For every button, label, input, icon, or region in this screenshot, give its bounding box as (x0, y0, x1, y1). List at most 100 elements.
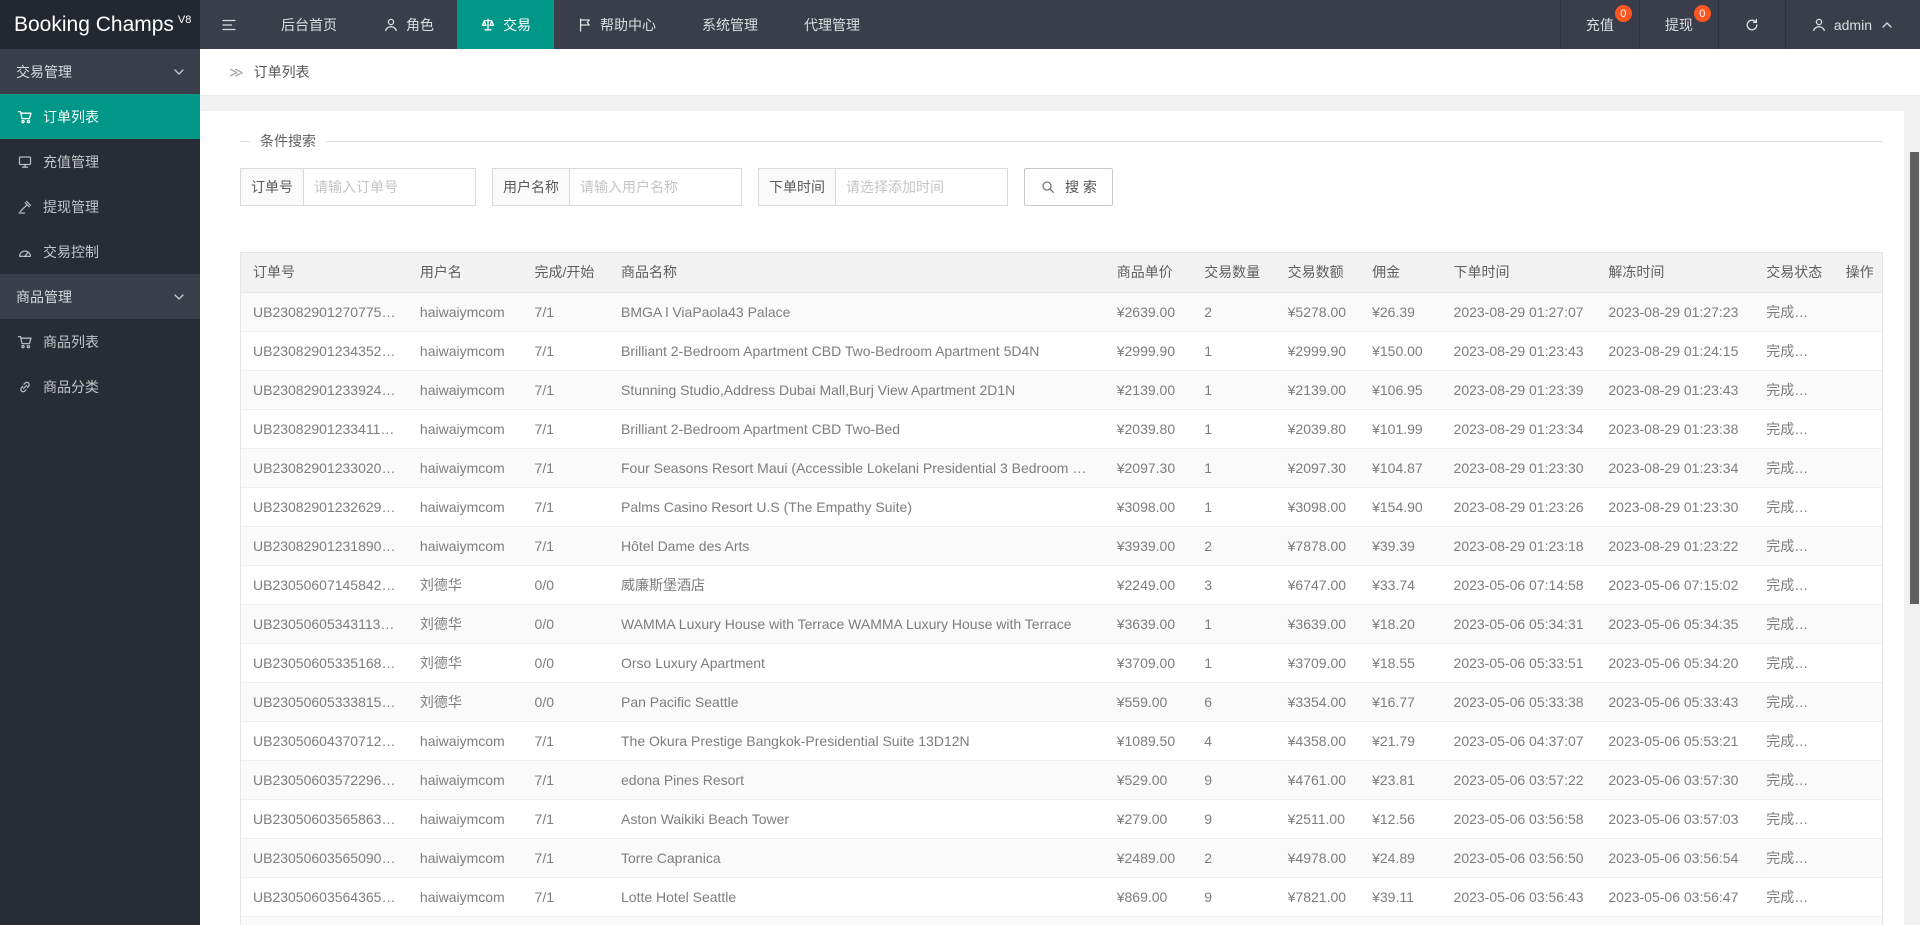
topnav-item-system-management[interactable]: 系统管理 (679, 0, 781, 49)
table-row[interactable]: UB2305060534311307 刘德华 0/0 WAMMA Luxury Hou… (241, 604, 1882, 644)
search-panel: 条件搜索 订单号 用户名称 下单时间 搜 索 (240, 131, 1883, 206)
order-time-input[interactable] (836, 168, 1008, 206)
table-cell: UB2305060714584204 (241, 565, 408, 605)
table-cell (1833, 448, 1882, 488)
topnav-item-agent-management[interactable]: 代理管理 (781, 0, 883, 49)
sidebar-group-trade-management[interactable]: 交易管理 (0, 49, 200, 94)
table-cell: ¥1089.50 (1104, 721, 1193, 761)
table-cell (1833, 409, 1882, 449)
app-logo[interactable]: Booking Champs V8 (0, 0, 200, 49)
table-row[interactable]: UB2308290127077536 haiwaiymcom 7/1 BMGA l V… (241, 292, 1882, 332)
table-cell: UB2308290123302018 (241, 448, 408, 488)
sidebar-group-product-management[interactable]: 商品管理 (0, 274, 200, 319)
table-cell: ¥18.20 (1360, 604, 1442, 644)
table-cell: 2023-05-06 03:56:54 (1596, 838, 1755, 878)
table-row[interactable]: UB2308290123302018 haiwaiymcom 7/1 Four Sea… (241, 448, 1882, 488)
cart-icon (17, 334, 33, 350)
table-cell: 完成付款 (1754, 331, 1834, 371)
table-row[interactable]: UB2305060533381597 刘德华 0/0 Pan Pacific Seat… (241, 682, 1882, 722)
table-row[interactable]: UB2308290123262985 haiwaiymcom 7/1 Palms Ca… (241, 487, 1882, 527)
table-cell: ¥150.00 (1360, 331, 1442, 371)
table-cell: 2023-05-06 03:56:58 (1441, 799, 1597, 839)
sidebar-item-order-list[interactable]: 订单列表 (0, 94, 200, 139)
table-cell: 完成付款 (1754, 409, 1834, 449)
sidebar-item-product-category[interactable]: 商品分类 (0, 364, 200, 409)
table-cell: 2023-08-29 01:23:30 (1441, 448, 1597, 488)
table-cell: Four Seasons Resort Maui (Accessible Lok… (609, 448, 1105, 488)
table-cell: 完成付款 (1754, 487, 1834, 527)
table-row[interactable]: UB2308290123435205 haiwaiymcom 7/1 Brillian… (241, 331, 1882, 371)
notification-badge: 0 (1614, 5, 1632, 22)
table-cell: 完成付款 (1754, 565, 1834, 605)
chevron-up-icon (1879, 17, 1895, 33)
table-row[interactable]: UB2305060356586301 haiwaiymcom 7/1 Aston Wa… (241, 799, 1882, 839)
table-cell: 刘德华 (407, 604, 523, 644)
table-cell: haiwaiymcom (407, 526, 523, 566)
table-cell: ¥3709.00 (1104, 643, 1193, 683)
table-cell: ¥4978.00 (1275, 838, 1361, 878)
table-row[interactable]: UB2305060437071221 haiwaiymcom 7/1 The Okur… (241, 721, 1882, 761)
table-cell: 2023-05-06 07:15:02 (1596, 565, 1755, 605)
table-row[interactable]: UB2305060356326989haiwaiymcom7/1Grand Hy… (241, 916, 1882, 925)
column-header: 商品名称 (609, 253, 1105, 293)
order-no-input[interactable] (304, 168, 476, 206)
table-row[interactable]: UB2305060714584204 刘德华 0/0 威廉斯堡酒店 ¥2249.00 3 ¥… (241, 565, 1882, 605)
table-cell: 2023-05-06 03:57:30 (1596, 760, 1755, 800)
table-cell: 2023-05-06 05:34:31 (1441, 604, 1597, 644)
table-cell: 7/1 (522, 799, 609, 839)
topnav-item-roles[interactable]: 角色 (360, 0, 457, 49)
table-cell: 2023-08-29 01:23:43 (1441, 331, 1597, 371)
withdraw-button[interactable]: 提现 0 (1638, 0, 1718, 49)
username-input[interactable] (570, 168, 742, 206)
recharge-button[interactable]: 充值 0 (1559, 0, 1639, 49)
column-header: 佣金 (1360, 253, 1442, 293)
table-cell: ¥39.39 (1360, 526, 1442, 566)
table-cell: ¥21.79 (1360, 721, 1442, 761)
table-cell: 刘德华 (407, 682, 523, 722)
table-cell: 2 (1192, 526, 1276, 566)
table-cell: 完成付款 (1754, 448, 1834, 488)
topbar: 后台首页 角色 交易 帮助中心 系统管理 代理管理 充值 0 提现 0 admin (200, 0, 1920, 49)
table-row[interactable]: UB2308290123341141 haiwaiymcom 7/1 Brillian… (241, 409, 1882, 449)
refresh-button[interactable] (1717, 0, 1785, 49)
menu-toggle-icon[interactable] (200, 0, 258, 49)
table-cell (1833, 643, 1882, 683)
sidebar-item-recharge-management[interactable]: 充值管理 (0, 139, 200, 184)
table-cell: ¥2097.30 (1275, 448, 1361, 488)
user-menu[interactable]: admin (1784, 0, 1920, 49)
table-row[interactable]: UB2305060356436524 haiwaiymcom 7/1 Lotte Ho… (241, 877, 1882, 917)
table-cell: 1 (1192, 331, 1276, 371)
table-cell: 5 (1192, 916, 1276, 925)
table-cell: UB2308290123262985 (241, 487, 408, 527)
table-cell: 2023-05-06 03:56:50 (1441, 838, 1597, 878)
table-row[interactable]: UB2305060533516881 刘德华 0/0 Orso Luxury Apar… (241, 643, 1882, 683)
cart-icon (17, 109, 33, 125)
table-cell: UB2305060437071221 (241, 721, 408, 761)
table-row[interactable]: UB2308290123392479 haiwaiymcom 7/1 Stunning… (241, 370, 1882, 410)
sidebar-item-product-list[interactable]: 商品列表 (0, 319, 200, 364)
table-row[interactable]: UB2305060356509049 haiwaiymcom 7/1 Torre Ca… (241, 838, 1882, 878)
topnav-item-trade[interactable]: 交易 (457, 0, 554, 49)
table-cell: 完成付款 (1754, 643, 1834, 683)
table-cell: 威廉斯堡酒店 (609, 565, 1105, 605)
brand-version: V8 (177, 13, 192, 26)
table-cell: ¥2511.00 (1275, 799, 1361, 839)
scrollbar[interactable] (1904, 96, 1920, 925)
scrollbar-thumb[interactable] (1910, 152, 1919, 604)
field-label: 用户名称 (492, 168, 570, 206)
table-row[interactable]: UB2308290123189030 haiwaiymcom 7/1 Hôtel Da… (241, 526, 1882, 566)
topnav-item-dashboard-home[interactable]: 后台首页 (258, 0, 360, 49)
table-cell: 2023-08-29 01:23:30 (1596, 487, 1755, 527)
sidebar-item-trade-control[interactable]: 交易控制 (0, 229, 200, 274)
table-cell: ¥3639.00 (1104, 604, 1193, 644)
table-cell (1833, 838, 1882, 878)
table-cell: 完成付款 (1754, 916, 1834, 925)
table-cell: ¥7821.00 (1275, 877, 1361, 917)
topnav-item-help-center[interactable]: 帮助中心 (554, 0, 679, 49)
table-cell: ¥104.87 (1360, 448, 1442, 488)
table-cell (1833, 721, 1882, 761)
search-button[interactable]: 搜 索 (1024, 168, 1113, 206)
table-cell: 2023-08-29 01:23:22 (1596, 526, 1755, 566)
sidebar-item-withdraw-management[interactable]: 提现管理 (0, 184, 200, 229)
table-row[interactable]: UB2305060357229663 haiwaiymcom 7/1 edona Pi… (241, 760, 1882, 800)
